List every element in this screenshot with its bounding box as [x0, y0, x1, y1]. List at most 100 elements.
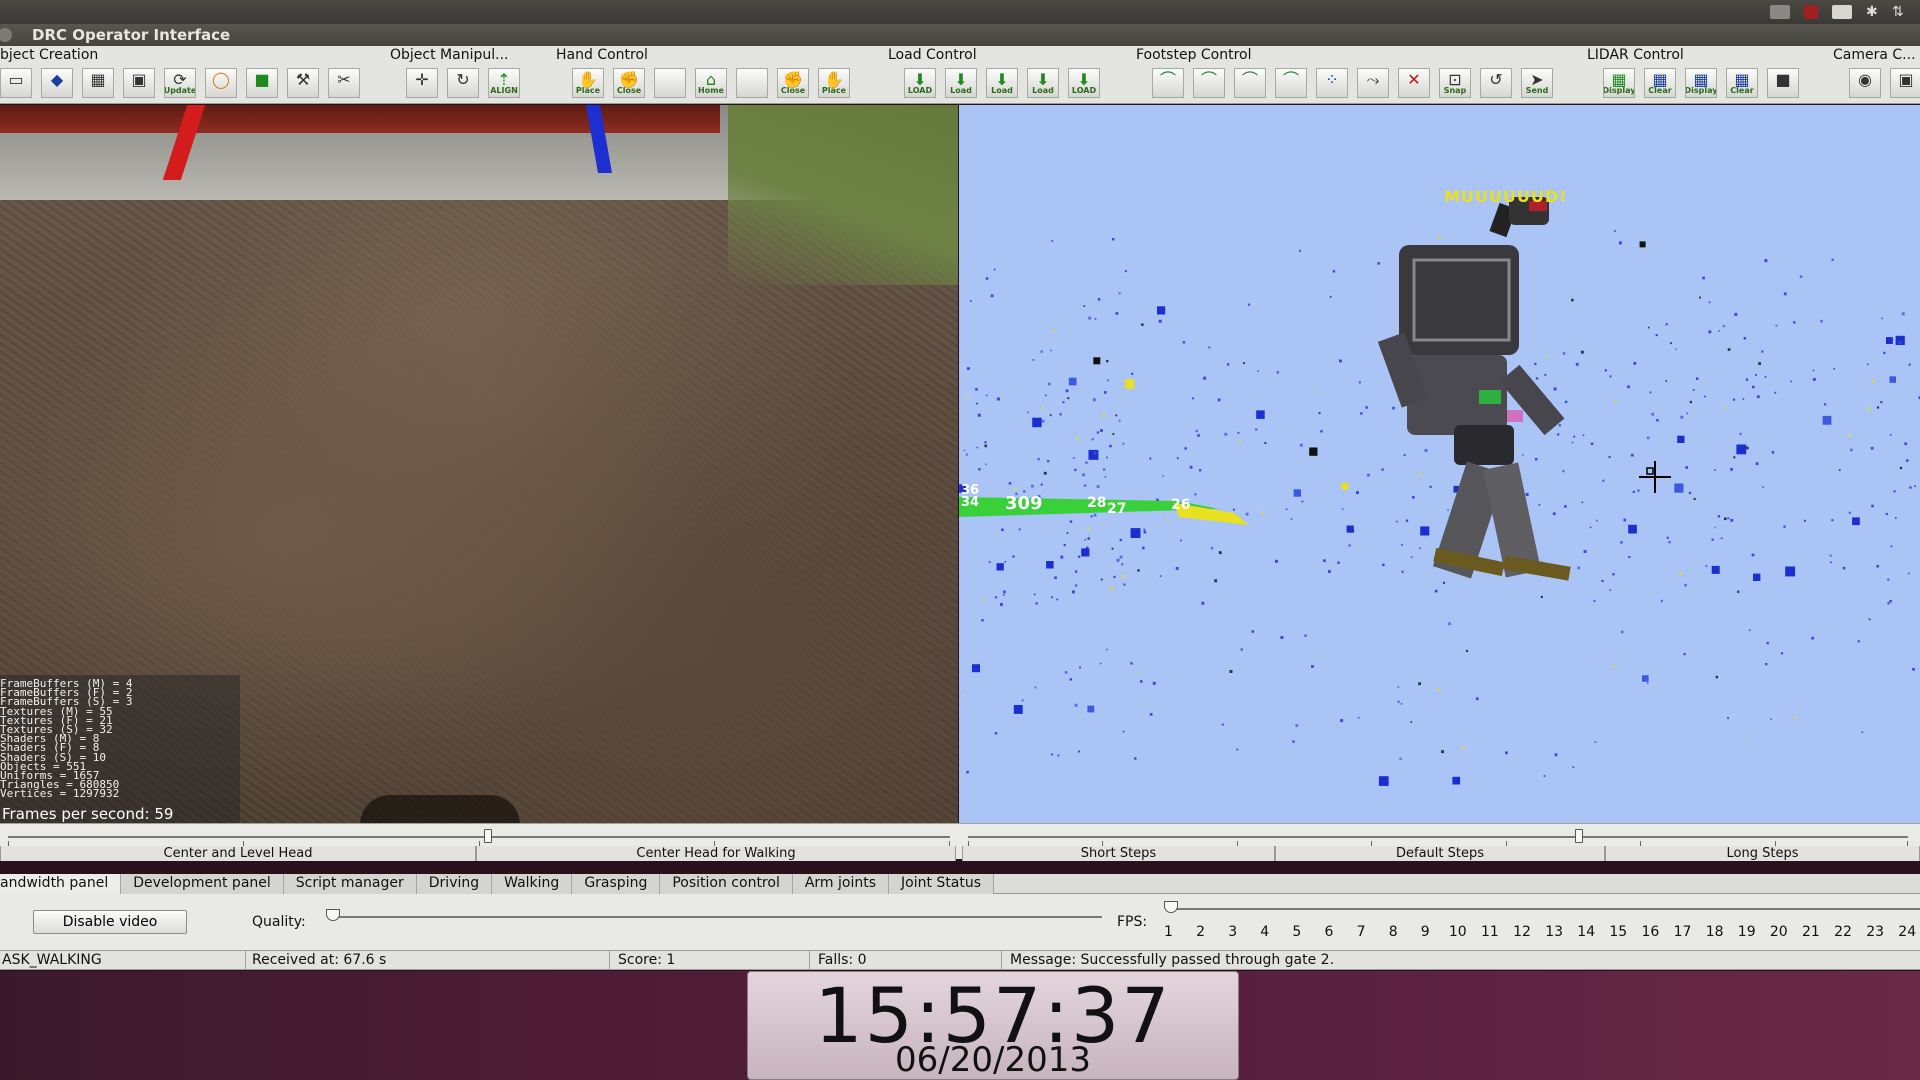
tab[interactable]: Arm joints	[792, 874, 890, 894]
lidar-point	[1295, 724, 1299, 727]
fps-scale-label: 22	[1834, 924, 1852, 940]
transfer-icon[interactable]: ⇅	[1892, 5, 1908, 19]
center-head-walking-button[interactable]: Center Head for Walking	[476, 846, 956, 861]
bluetooth-icon[interactable]: ✱	[1866, 5, 1878, 19]
lidar-point	[975, 388, 978, 391]
tab[interactable]: Driving	[416, 874, 493, 894]
tab[interactable]: Development panel	[121, 874, 284, 894]
toolbar-button[interactable]: ⬇ Load	[945, 68, 977, 98]
lidar-point	[1689, 400, 1692, 404]
tab[interactable]: Position control	[660, 874, 793, 894]
toolbar-button[interactable]	[736, 68, 768, 98]
toolbar-button[interactable]: ▭	[0, 68, 32, 98]
robot-model[interactable]	[1377, 197, 1571, 581]
long-steps-button[interactable]: Long Steps	[1605, 846, 1920, 861]
toolbar-button[interactable]: ✂	[328, 68, 360, 98]
toolbar-button[interactable]: ✋ Place	[818, 68, 850, 98]
quality-slider-track[interactable]	[330, 916, 1102, 918]
lidar-point	[962, 694, 965, 697]
toolbar-button[interactable]: ⌒	[1193, 68, 1225, 98]
center-level-head-button[interactable]: Center and Level Head	[0, 846, 476, 861]
lidar-point	[996, 563, 1004, 571]
lidar-point	[1785, 566, 1796, 577]
fps-scale-label: 20	[1769, 924, 1788, 940]
camera-video-view[interactable]: FrameBuffers (M) = 4 FrameBuffers (F) = 2…	[0, 105, 958, 823]
toolbar-button[interactable]: ⌂ Home	[695, 68, 727, 98]
head-slider-track[interactable]	[8, 836, 950, 838]
toolbar-button[interactable]: ✕	[1398, 68, 1430, 98]
toolbar-button[interactable]: ↺	[1480, 68, 1512, 98]
network-icon[interactable]	[1804, 5, 1818, 19]
lidar-point	[1081, 550, 1084, 554]
lidar-point	[1405, 519, 1409, 522]
toolbar-button[interactable]: ✋ Place	[572, 68, 604, 98]
default-steps-button[interactable]: Default Steps	[1275, 846, 1605, 861]
mail-icon[interactable]	[1832, 5, 1852, 19]
toolbar-button[interactable]: ⬇ Load	[1027, 68, 1059, 98]
fps-slider-track[interactable]	[1168, 908, 1920, 910]
toolbar-button[interactable]: ↻	[447, 68, 479, 98]
lidar-point	[1140, 680, 1143, 683]
world-scene	[959, 197, 1920, 786]
toolbar-button[interactable]: ➤ Send	[1521, 68, 1553, 98]
tab[interactable]: Grasping	[572, 874, 661, 894]
folder-icon[interactable]	[1770, 5, 1790, 19]
lidar-point	[1122, 730, 1125, 733]
toolbar-button[interactable]: ▦	[82, 68, 114, 98]
lidar-point	[1074, 703, 1078, 707]
toolbar-button-label: Load	[950, 86, 972, 95]
step-slider-thumb[interactable]	[1575, 829, 1583, 843]
toolbar-button[interactable]: ▦ Display	[1603, 68, 1635, 98]
world-3d-view[interactable]: MUUUUUUD! 36 34 309 28 27 26	[959, 105, 1920, 823]
toolbar-button[interactable]: ⟳ Update	[164, 68, 196, 98]
tab[interactable]: Walking	[492, 874, 573, 894]
toolbar-button[interactable]: ▦ Clear	[1644, 68, 1676, 98]
fps-scale-label: 24	[1898, 924, 1917, 940]
toolbar-button[interactable]: ▣	[1890, 68, 1920, 98]
toolbar-button[interactable]: ⬇ LOAD	[1068, 68, 1100, 98]
tab[interactable]: Script manager	[283, 874, 417, 894]
lidar-point	[1087, 537, 1090, 540]
tab[interactable]: andwidth panel	[0, 874, 122, 894]
tab[interactable]: Joint Status	[889, 874, 995, 894]
lidar-point	[1054, 576, 1057, 580]
toolbar-button[interactable]: ✛	[406, 68, 438, 98]
lidar-point	[1176, 457, 1179, 460]
window-menu-icon[interactable]	[0, 28, 12, 42]
short-steps-button[interactable]: Short Steps	[962, 846, 1275, 861]
fps-slider-thumb[interactable]	[1164, 901, 1178, 913]
head-slider-thumb[interactable]	[484, 829, 493, 843]
toolbar-button[interactable]: ⌒	[1275, 68, 1307, 98]
toolbar-button[interactable]: ⤳	[1357, 68, 1389, 98]
toolbar-button[interactable]: ✊ Close	[613, 68, 645, 98]
step-slider-track[interactable]	[968, 836, 1908, 838]
toolbar-button[interactable]: ▣	[123, 68, 155, 98]
toolbar-button[interactable]	[654, 68, 686, 98]
toolbar-button[interactable]: ⇡ ALIGN	[488, 68, 520, 98]
toolbar-button[interactable]: ⌒	[1234, 68, 1266, 98]
toolbar-button[interactable]: ⬇ LOAD	[904, 68, 936, 98]
toolbar-button-label: LOAD	[907, 86, 933, 95]
toolbar-button[interactable]: ◆	[41, 68, 73, 98]
toolbar-button[interactable]: ⬇ Load	[986, 68, 1018, 98]
lidar-point	[1112, 433, 1115, 435]
quality-slider-thumb[interactable]	[326, 909, 340, 921]
toolbar-button[interactable]: ⚒	[287, 68, 319, 98]
toolbar-button[interactable]: ⌒	[1152, 68, 1184, 98]
toolbar-button[interactable]: ✊ Close	[777, 68, 809, 98]
toolbar-button[interactable]: ▦ Clear	[1726, 68, 1758, 98]
toolbar-button[interactable]: ▦ Display	[1685, 68, 1717, 98]
lidar-point	[1090, 515, 1093, 518]
toolbar-button[interactable]: ⊡ Snap	[1439, 68, 1471, 98]
lidar-point	[1106, 456, 1108, 459]
toolbar-button[interactable]: ■	[246, 68, 278, 98]
lidar-point	[1401, 544, 1404, 546]
lidar-point	[1066, 532, 1069, 534]
lidar-point	[1577, 566, 1581, 570]
toolbar-button[interactable]: ■	[1767, 68, 1799, 98]
disable-video-button[interactable]: Disable video	[33, 910, 187, 934]
toolbar-button[interactable]: ◉	[1849, 68, 1881, 98]
toolbar-button[interactable]: ◯	[205, 68, 237, 98]
lidar-point	[1630, 453, 1634, 457]
toolbar-button[interactable]: ⁘	[1316, 68, 1348, 98]
